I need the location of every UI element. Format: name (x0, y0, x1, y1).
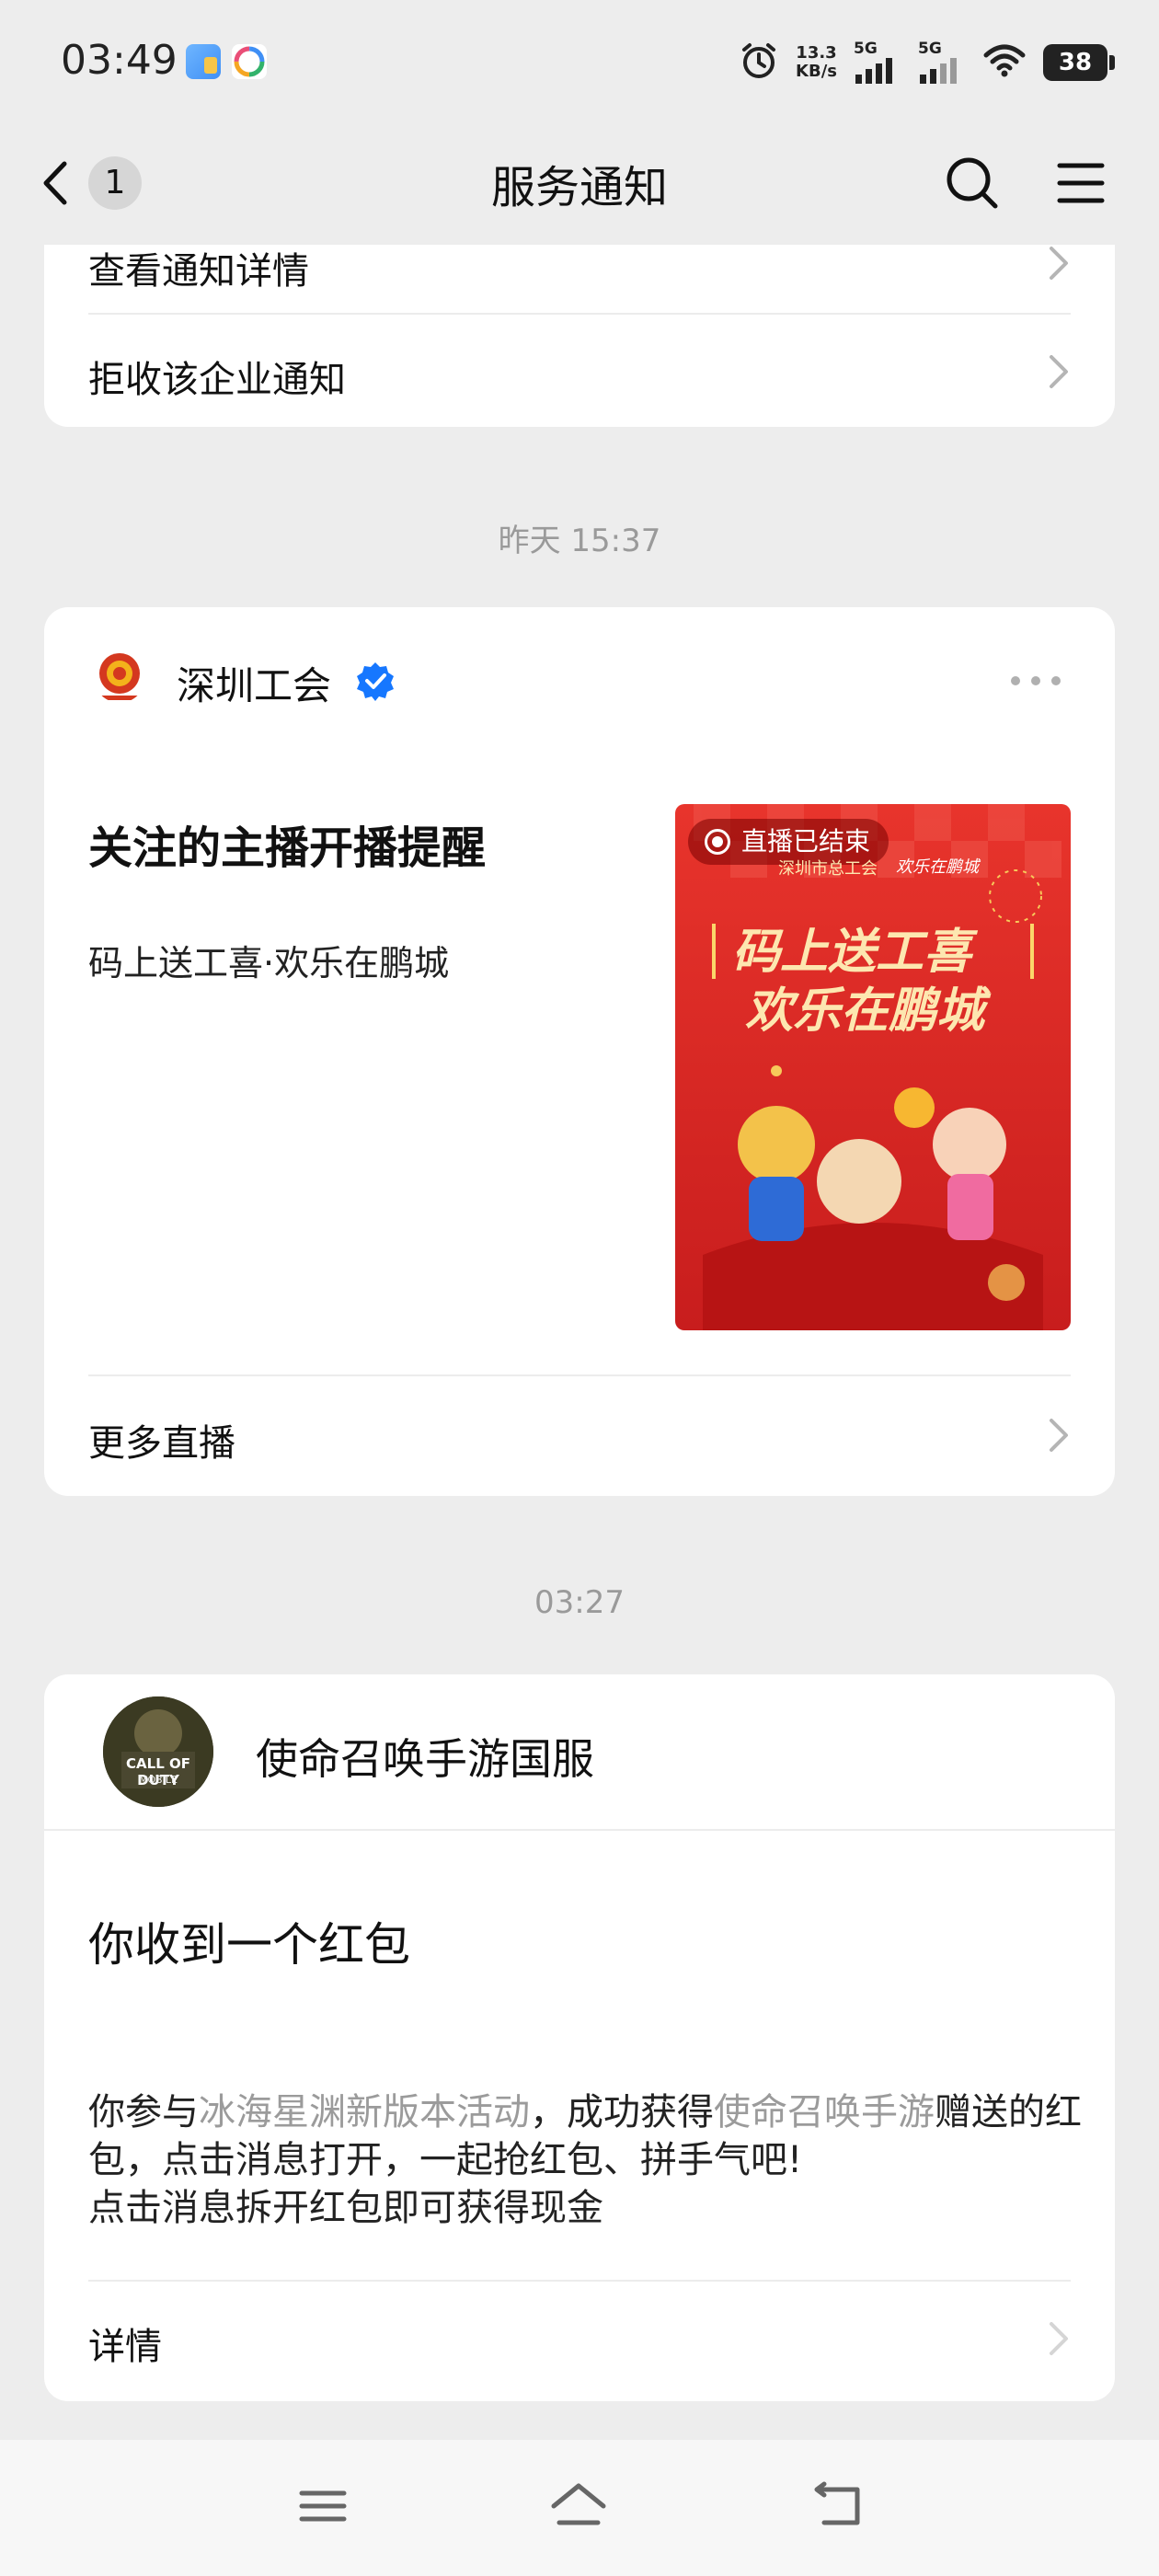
system-nav-bar (0, 2440, 1159, 2576)
divider (88, 2280, 1071, 2282)
game-link[interactable]: 使命召唤手游 (714, 2091, 935, 2133)
chevron-right-icon (1050, 1419, 1068, 1452)
app-notification-icon-1 (186, 44, 221, 79)
message-timestamp: 03:27 (534, 1584, 625, 1621)
reject-enterprise-notifications-row[interactable]: 拒收该企业通知 (88, 316, 1071, 427)
status-right-cluster: 13.3 KB/s 5G 5G 38 (739, 35, 1115, 90)
live-cover-image[interactable]: 直播已结束 深圳市总工会 欢乐在鹏城 码上送工喜 欢乐在鹏城 (675, 804, 1071, 1330)
body-text: 你参与 (88, 2091, 199, 2133)
red-packet-body: 你参与冰海星渊新版本活动，成功获得使命召唤手游赠送的红包，点击消息打开，一起抢红… (88, 2088, 1082, 2232)
row-label: 查看通知详情 (88, 250, 309, 293)
view-notification-details-row[interactable]: 查看通知详情 (88, 245, 1071, 318)
app-notification-icon-2 (232, 44, 267, 79)
signal-icon: 5G (918, 40, 966, 86)
message-timestamp: 昨天 15:37 (498, 523, 661, 559)
search-icon[interactable] (942, 153, 1003, 213)
row-label: 更多直播 (88, 1422, 235, 1465)
back-return-icon[interactable] (806, 2478, 870, 2534)
activity-link[interactable]: 冰海星渊新版本活动 (199, 2091, 530, 2133)
notification-options-card: 查看通知详情 拒收该企业通知 (44, 245, 1115, 427)
battery-level: 38 (1058, 49, 1093, 76)
cover-logo-left: 深圳市总工会 (778, 859, 878, 879)
chevron-right-icon (1050, 247, 1068, 280)
chevron-right-icon (1050, 2322, 1068, 2355)
sender-avatar: CALL OF DUTY MOBILE (103, 1696, 213, 1807)
status-time: 03:49 (61, 37, 178, 84)
divider (88, 1374, 1071, 1376)
cover-logo-right: 欢乐在鹏城 (896, 857, 979, 877)
signal-icon: 5G (854, 40, 901, 86)
more-live-row[interactable]: 更多直播 (88, 1380, 1071, 1490)
sender-name: 深圳工会 (177, 663, 332, 708)
wifi-icon (982, 42, 1027, 83)
cover-headline-line-2: 欢乐在鹏城 (745, 983, 985, 1039)
body-text: ，成功获得 (530, 2091, 714, 2133)
chevron-right-icon (1050, 355, 1068, 388)
signal-label: 5G (854, 40, 878, 58)
menu-lines-icon[interactable] (291, 2478, 355, 2534)
red-packet-card[interactable]: CALL OF DUTY MOBILE 使命召唤手游国服 你收到一个红包 你参与… (44, 1674, 1115, 2401)
network-speed: 13.3 KB/s (796, 44, 837, 81)
more-options-icon[interactable] (1008, 673, 1063, 692)
network-speed-value: 13.3 (796, 43, 837, 63)
divider (44, 1829, 1115, 1831)
nav-bar: 1 服务通知 (0, 125, 1159, 245)
row-label: 详情 (88, 2326, 162, 2368)
home-icon[interactable] (546, 2478, 611, 2534)
verified-icon (355, 661, 396, 705)
live-ended-text: 直播已结束 (741, 826, 871, 857)
avatar-text-line-2: MOBILE (138, 1774, 178, 1786)
status-bar: 03:49 13.3 KB/s 5G 5G 38 (0, 0, 1159, 125)
signal-label: 5G (918, 40, 942, 58)
row-label: 拒收该企业通知 (88, 359, 346, 401)
sender-avatar (94, 651, 145, 703)
body-text: 点击消息拆开红包即可获得现金 (88, 2187, 603, 2229)
battery-icon: 38 (1043, 44, 1115, 81)
divider (88, 313, 1071, 315)
record-icon (705, 829, 730, 855)
network-speed-unit: KB/s (796, 62, 837, 81)
sender-name: 使命召唤手游国服 (256, 1734, 594, 1784)
details-row[interactable]: 详情 (88, 2283, 1071, 2394)
live-title: 关注的主播开播提醒 (88, 822, 487, 874)
live-subtitle: 码上送工喜·欢乐在鹏城 (88, 943, 450, 983)
menu-icon[interactable] (1050, 153, 1111, 213)
red-packet-title: 你收到一个红包 (88, 1918, 410, 1972)
live-reminder-card[interactable]: 深圳工会 关注的主播开播提醒 码上送工喜·欢乐在鹏城 直播已结束 深圳市总工会 … (44, 607, 1115, 1496)
alarm-icon (739, 40, 779, 85)
